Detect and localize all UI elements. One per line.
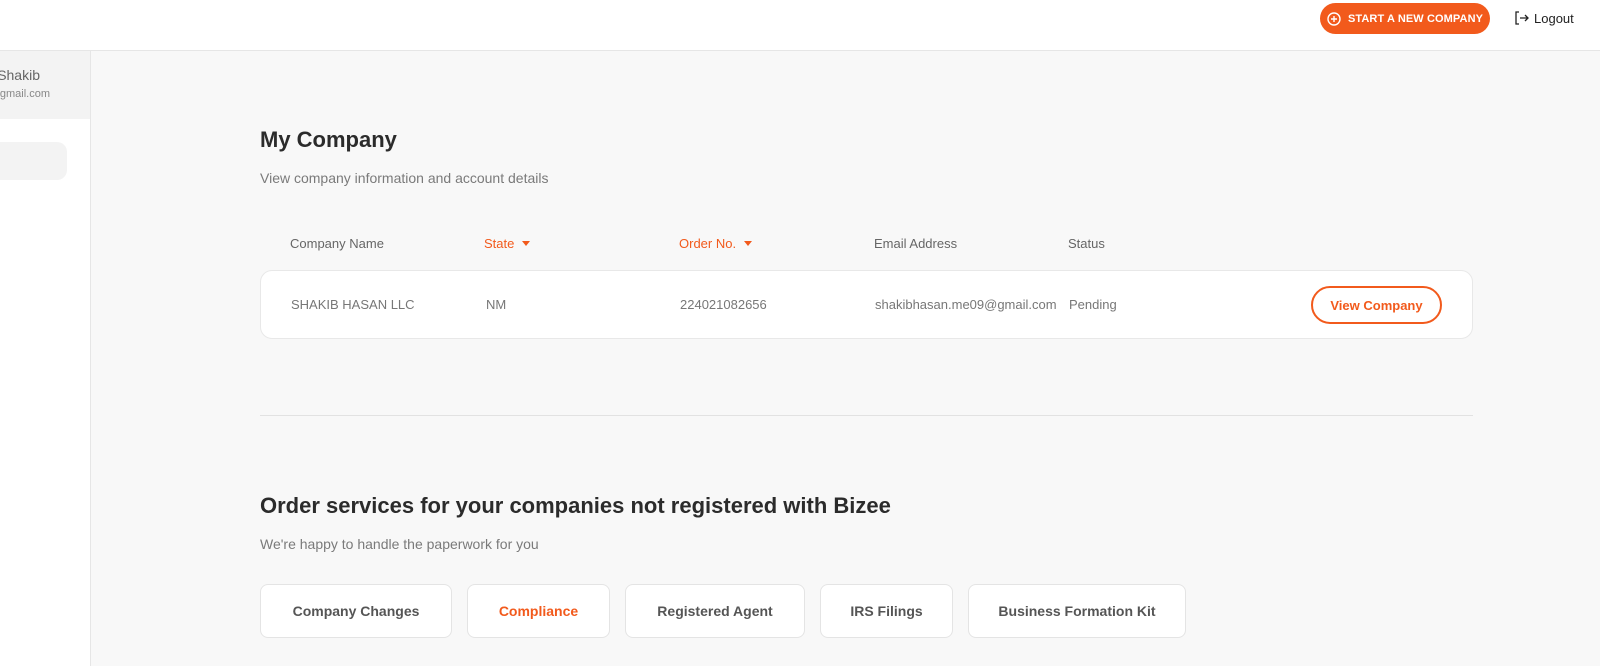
user-name: Shakib: [0, 67, 40, 83]
tab-irs-filings[interactable]: IRS Filings: [820, 584, 953, 638]
sidebar: Shakib gmail.com: [0, 51, 91, 666]
order-no-cell: 224021082656: [680, 297, 767, 312]
column-header-status: Status: [1068, 236, 1105, 251]
column-header-company-name: Company Name: [290, 236, 384, 251]
top-bar: START A NEW COMPANY Logout: [0, 0, 1600, 51]
company-name-cell: SHAKIB HASAN LLC: [291, 297, 415, 312]
state-cell: NM: [486, 297, 507, 312]
tab-registered-agent[interactable]: Registered Agent: [625, 584, 805, 638]
caret-down-icon: [744, 241, 753, 246]
logout-button[interactable]: Logout: [1512, 8, 1574, 28]
page-subtitle: View company information and account det…: [260, 170, 549, 186]
section-divider: [260, 415, 1473, 416]
tab-compliance[interactable]: Compliance: [467, 584, 610, 638]
status-cell: Pending: [1069, 297, 1117, 312]
start-new-company-label: START A NEW COMPANY: [1347, 12, 1484, 25]
services-title: Order services for your companies not re…: [260, 493, 891, 518]
email-cell: shakibhasan.me09@gmail.com: [875, 297, 1057, 312]
table-row: SHAKIB HASAN LLC NM 224021082656 shakibh…: [260, 270, 1473, 339]
services-subtitle: We're happy to handle the paperwork for …: [260, 536, 539, 552]
logout-icon: [1512, 9, 1530, 27]
plus-circle-icon: [1327, 11, 1341, 26]
column-header-order-no[interactable]: Order No.: [679, 236, 753, 251]
user-profile[interactable]: Shakib gmail.com: [0, 51, 90, 119]
start-new-company-button[interactable]: START A NEW COMPANY: [1320, 3, 1490, 34]
logout-label: Logout: [1534, 10, 1574, 26]
tab-business-formation-kit[interactable]: Business Formation Kit: [968, 584, 1186, 638]
column-header-state[interactable]: State: [484, 236, 531, 251]
view-company-button[interactable]: View Company: [1311, 286, 1442, 324]
page-title: My Company: [260, 127, 397, 152]
column-header-email: Email Address: [874, 236, 958, 251]
caret-down-icon: [522, 241, 531, 246]
tab-company-changes[interactable]: Company Changes: [260, 584, 452, 638]
sidebar-nav-item[interactable]: [0, 142, 67, 180]
user-email: gmail.com: [0, 88, 50, 100]
